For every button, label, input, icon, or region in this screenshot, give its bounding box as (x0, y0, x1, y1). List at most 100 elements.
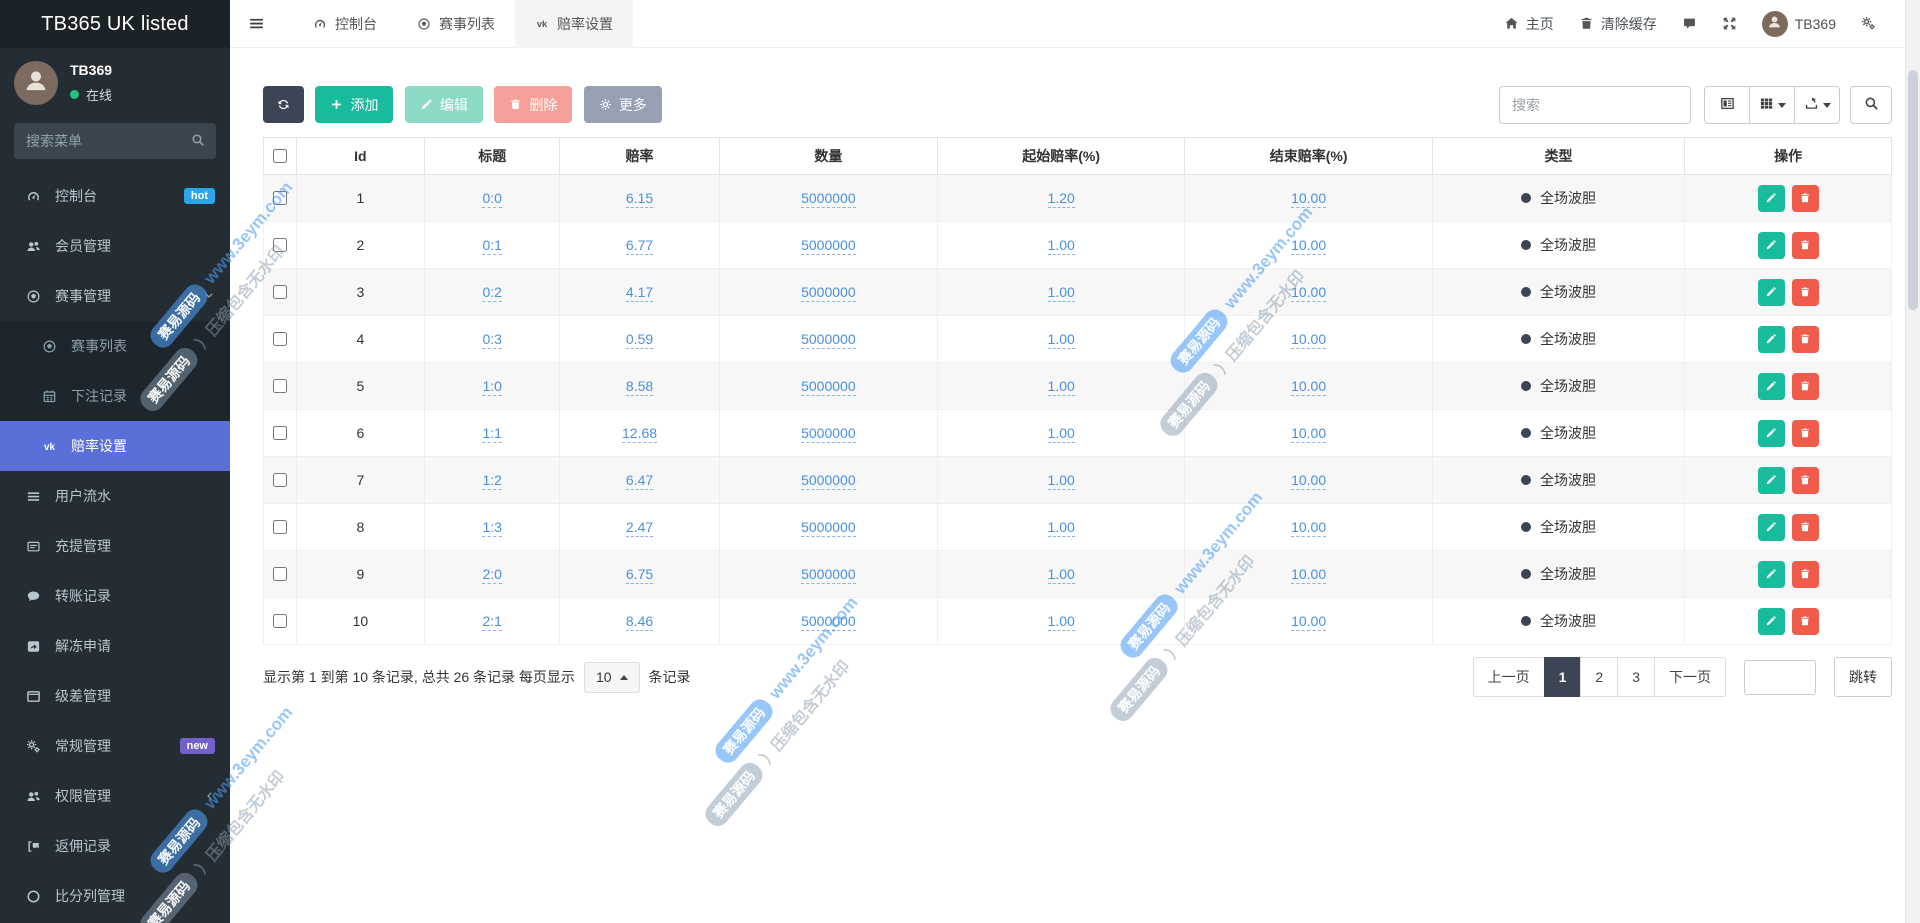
sidebar-item-级差管理[interactable]: 级差管理 (0, 671, 230, 721)
cell-title-link[interactable]: 0:3 (482, 331, 502, 349)
cell-end-rate-link[interactable]: 10.00 (1291, 613, 1327, 631)
row-delete-button[interactable] (1791, 278, 1819, 306)
cell-quantity-link[interactable]: 5000000 (801, 190, 856, 208)
tab-赛事列表[interactable]: 赛事列表 (397, 0, 515, 48)
cell-quantity-link[interactable]: 5000000 (801, 284, 856, 302)
cell-odds-link[interactable]: 6.75 (625, 566, 654, 584)
cell-start-rate-link[interactable]: 1.00 (1047, 237, 1075, 255)
sidebar-item-权限管理[interactable]: 权限管理 (0, 771, 230, 821)
row-delete-button[interactable] (1791, 560, 1819, 588)
edit-button[interactable]: 编辑 (404, 86, 483, 123)
refresh-button[interactable] (263, 86, 304, 123)
scrollbar[interactable] (1905, 0, 1920, 923)
jump-button[interactable]: 跳转 (1834, 657, 1892, 697)
cell-odds-link[interactable]: 12.68 (622, 425, 658, 443)
row-checkbox[interactable] (273, 473, 288, 487)
row-checkbox[interactable] (273, 567, 288, 581)
tab-赔率设置[interactable]: vk 赔率设置 (515, 0, 633, 48)
row-edit-button[interactable] (1757, 372, 1785, 400)
cell-title-link[interactable]: 2:0 (482, 566, 502, 584)
cell-quantity-link[interactable]: 5000000 (801, 378, 856, 396)
page-size-select[interactable]: 10 (583, 661, 640, 693)
row-edit-button[interactable] (1757, 325, 1785, 353)
row-edit-button[interactable] (1757, 466, 1785, 494)
cell-end-rate-link[interactable]: 10.00 (1291, 284, 1327, 302)
sidebar-item-用户流水[interactable]: 用户流水 (0, 471, 230, 521)
cell-quantity-link[interactable]: 5000000 (801, 425, 856, 443)
page-button-1[interactable]: 1 (1543, 657, 1582, 697)
cell-end-rate-link[interactable]: 10.00 (1291, 566, 1327, 584)
sidebar-item-比分列管理[interactable]: 比分列管理 (0, 871, 230, 921)
cell-title-link[interactable]: 2:1 (482, 613, 502, 631)
sidebar-item-充提管理[interactable]: 充提管理 (0, 521, 230, 571)
sidebar-item-转账记录[interactable]: 转账记录 (0, 571, 230, 621)
cell-start-rate-link[interactable]: 1.00 (1047, 519, 1075, 537)
cell-end-rate-link[interactable]: 10.00 (1291, 425, 1327, 443)
cell-start-rate-link[interactable]: 1.00 (1047, 425, 1075, 443)
columns-button[interactable] (1749, 86, 1795, 124)
export-button[interactable] (1794, 86, 1840, 124)
tab-控制台[interactable]: 控制台 (293, 0, 397, 48)
row-checkbox[interactable] (273, 379, 288, 393)
row-delete-button[interactable] (1791, 231, 1819, 259)
row-checkbox[interactable] (273, 332, 288, 346)
cell-title-link[interactable]: 0:2 (482, 284, 502, 302)
cell-title-link[interactable]: 0:1 (482, 237, 502, 255)
row-edit-button[interactable] (1757, 184, 1785, 212)
row-delete-button[interactable] (1791, 513, 1819, 541)
page-button-2[interactable]: 2 (1580, 657, 1619, 697)
cell-quantity-link[interactable]: 5000000 (801, 331, 856, 349)
cell-odds-link[interactable]: 6.77 (625, 237, 654, 255)
next-page-button[interactable]: 下一页 (1654, 657, 1726, 697)
delete-button[interactable]: 删除 (494, 86, 573, 123)
cell-odds-link[interactable]: 6.47 (625, 472, 654, 490)
sidebar-item-赛事列表[interactable]: 赛事列表 (0, 321, 230, 371)
cell-start-rate-link[interactable]: 1.20 (1047, 190, 1075, 208)
cell-start-rate-link[interactable]: 1.00 (1047, 331, 1075, 349)
settings-button[interactable] (1861, 16, 1876, 31)
cell-title-link[interactable]: 1:2 (482, 472, 502, 490)
row-checkbox[interactable] (273, 238, 288, 252)
select-all-checkbox[interactable] (273, 149, 288, 163)
row-checkbox[interactable] (273, 614, 288, 628)
sidebar-item-常规管理[interactable]: 常规管理 new (0, 721, 230, 771)
jump-page-input[interactable] (1744, 659, 1816, 695)
row-checkbox[interactable] (273, 426, 288, 440)
row-edit-button[interactable] (1757, 513, 1785, 541)
cell-quantity-link[interactable]: 5000000 (801, 566, 856, 584)
cell-start-rate-link[interactable]: 1.00 (1047, 472, 1075, 490)
cell-title-link[interactable]: 0:0 (482, 190, 502, 208)
sidebar-item-解冻申请[interactable]: 解冻申请 (0, 621, 230, 671)
cell-start-rate-link[interactable]: 1.00 (1047, 566, 1075, 584)
row-checkbox[interactable] (273, 285, 288, 299)
row-delete-button[interactable] (1791, 372, 1819, 400)
cell-quantity-link[interactable]: 5000000 (801, 519, 856, 537)
row-delete-button[interactable] (1791, 419, 1819, 447)
row-edit-button[interactable] (1757, 278, 1785, 306)
row-delete-button[interactable] (1791, 466, 1819, 494)
cell-odds-link[interactable]: 8.46 (625, 613, 654, 631)
more-button[interactable]: 更多 (583, 86, 662, 123)
sidebar-item-返佣记录[interactable]: 返佣记录 (0, 821, 230, 871)
cell-end-rate-link[interactable]: 10.00 (1291, 472, 1327, 490)
page-button-3[interactable]: 3 (1617, 657, 1655, 697)
row-edit-button[interactable] (1757, 607, 1785, 635)
table-search-input[interactable] (1499, 86, 1691, 124)
cell-title-link[interactable]: 1:3 (482, 519, 502, 537)
row-checkbox[interactable] (273, 191, 288, 205)
cell-odds-link[interactable]: 0.59 (625, 331, 654, 349)
cell-end-rate-link[interactable]: 10.00 (1291, 237, 1327, 255)
row-delete-button[interactable] (1791, 325, 1819, 353)
fullscreen-button[interactable] (1722, 16, 1737, 31)
add-button[interactable]: 添加 (315, 86, 394, 123)
cell-odds-link[interactable]: 8.58 (625, 378, 654, 396)
row-edit-button[interactable] (1757, 231, 1785, 259)
hamburger-icon[interactable] (230, 15, 283, 32)
cell-start-rate-link[interactable]: 1.00 (1047, 613, 1075, 631)
cell-title-link[interactable]: 1:0 (482, 378, 502, 396)
messages-button[interactable] (1682, 16, 1697, 31)
cell-quantity-link[interactable]: 5000000 (801, 613, 856, 631)
cell-start-rate-link[interactable]: 1.00 (1047, 378, 1075, 396)
cell-odds-link[interactable]: 6.15 (625, 190, 654, 208)
scrollbar-thumb[interactable] (1908, 70, 1918, 310)
